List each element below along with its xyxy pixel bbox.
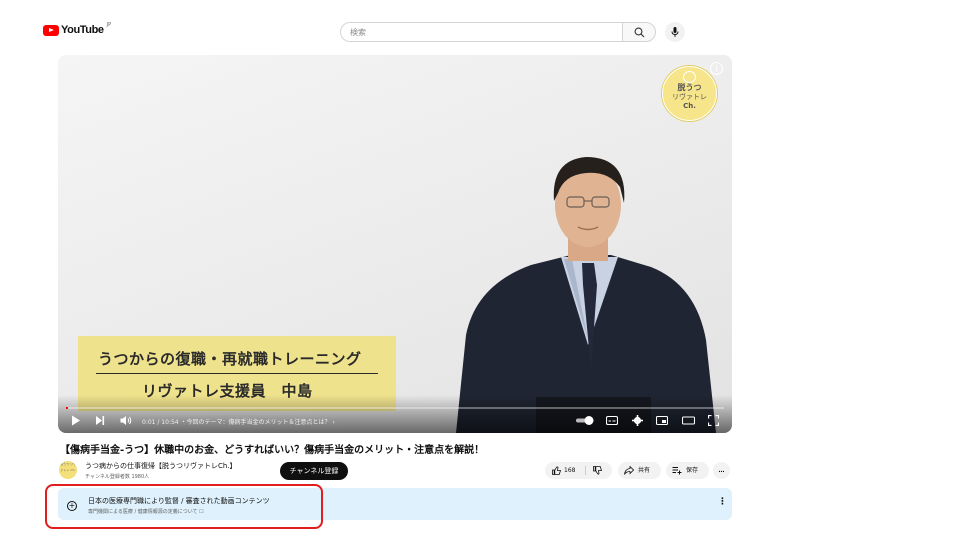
current-time: 0:01 / 10:54 bbox=[142, 419, 179, 426]
subscriber-count: チャンネル登録者数 1980人 bbox=[85, 474, 150, 480]
youtube-play-icon bbox=[43, 24, 59, 36]
apple-icon bbox=[683, 71, 696, 83]
next-icon[interactable] bbox=[95, 415, 105, 426]
video-player[interactable]: 脱うつ リヴァトレ Ch. i うつからの復職・再就職トレーニング リヴァトレ支… bbox=[58, 55, 732, 433]
channel-watermark: 脱うつ リヴァトレ Ch. bbox=[662, 66, 717, 121]
volume-icon[interactable] bbox=[120, 415, 132, 426]
channel-name[interactable]: うつ病からの仕事復帰【脱うつリヴァトレCh.】 bbox=[85, 461, 237, 471]
miniplayer-icon[interactable] bbox=[656, 415, 668, 426]
watermark-line1: 脱うつ bbox=[677, 83, 702, 92]
save-playlist-icon bbox=[672, 467, 682, 475]
theater-icon[interactable] bbox=[682, 415, 695, 426]
player-controls: 0:01 / 10:54 ・今回のテーマ：傷病手当金のメリット＆注意点とは？ › bbox=[58, 413, 732, 431]
youtube-logo[interactable]: YouTube JP bbox=[43, 22, 112, 36]
logo-country: JP bbox=[106, 22, 112, 28]
subscribe-button[interactable]: チャンネル登録 bbox=[280, 462, 348, 480]
avatar-text: 脱うつ リヴァトレ Ch. bbox=[60, 462, 76, 472]
watermark-line3: Ch. bbox=[683, 102, 696, 110]
save-button[interactable]: 保存 bbox=[666, 462, 709, 479]
watermark-line2: リヴァトレ bbox=[672, 93, 707, 101]
logo-text: YouTube bbox=[61, 24, 104, 36]
search-input[interactable]: 検索 bbox=[340, 22, 622, 42]
share-button[interactable]: 共有 bbox=[618, 462, 661, 479]
share-icon bbox=[624, 466, 634, 475]
caption-divider bbox=[96, 373, 378, 374]
save-label: 保存 bbox=[686, 467, 699, 474]
progress-bar[interactable] bbox=[66, 407, 724, 409]
mic-icon bbox=[671, 27, 679, 37]
search-placeholder: 検索 bbox=[350, 28, 366, 37]
annotation-highlight-box bbox=[45, 484, 323, 529]
thumbs-down-icon[interactable] bbox=[593, 466, 602, 475]
autoplay-toggle[interactable] bbox=[575, 415, 595, 426]
like-separator bbox=[585, 466, 586, 475]
caption-line1: うつからの復職・再就職トレーニング bbox=[98, 350, 362, 368]
time-display: 0:01 / 10:54 ・今回のテーマ：傷病手当金のメリット＆注意点とは？ › bbox=[142, 417, 335, 426]
play-icon[interactable] bbox=[71, 415, 81, 426]
like-count[interactable]: 168 bbox=[564, 462, 575, 479]
video-title: 【傷病手当金-うつ】休職中のお金、どうすればいい？傷病手当金のメリット・注意点を… bbox=[60, 445, 485, 456]
subtitles-icon[interactable] bbox=[606, 415, 618, 426]
more-actions-button[interactable]: … bbox=[713, 462, 730, 479]
kebab-menu-icon[interactable]: ⋮ bbox=[718, 497, 727, 507]
info-icon[interactable]: i bbox=[710, 62, 723, 75]
share-label: 共有 bbox=[638, 467, 651, 474]
settings-icon[interactable] bbox=[632, 415, 643, 426]
thumbs-up-icon[interactable] bbox=[552, 466, 561, 475]
voice-search-button[interactable] bbox=[665, 22, 685, 42]
progress-fill bbox=[66, 407, 68, 409]
search-icon bbox=[634, 27, 645, 38]
presenter-image bbox=[456, 157, 716, 433]
like-dislike-group: 168 bbox=[545, 462, 612, 479]
top-bar: YouTube JP 検索 bbox=[0, 0, 960, 62]
channel-avatar[interactable]: 脱うつ リヴァトレ Ch. bbox=[59, 461, 77, 479]
fullscreen-icon[interactable] bbox=[708, 415, 719, 426]
chapter-title[interactable]: ・今回のテーマ：傷病手当金のメリット＆注意点とは？ › bbox=[181, 419, 335, 426]
search-button[interactable] bbox=[622, 22, 656, 42]
